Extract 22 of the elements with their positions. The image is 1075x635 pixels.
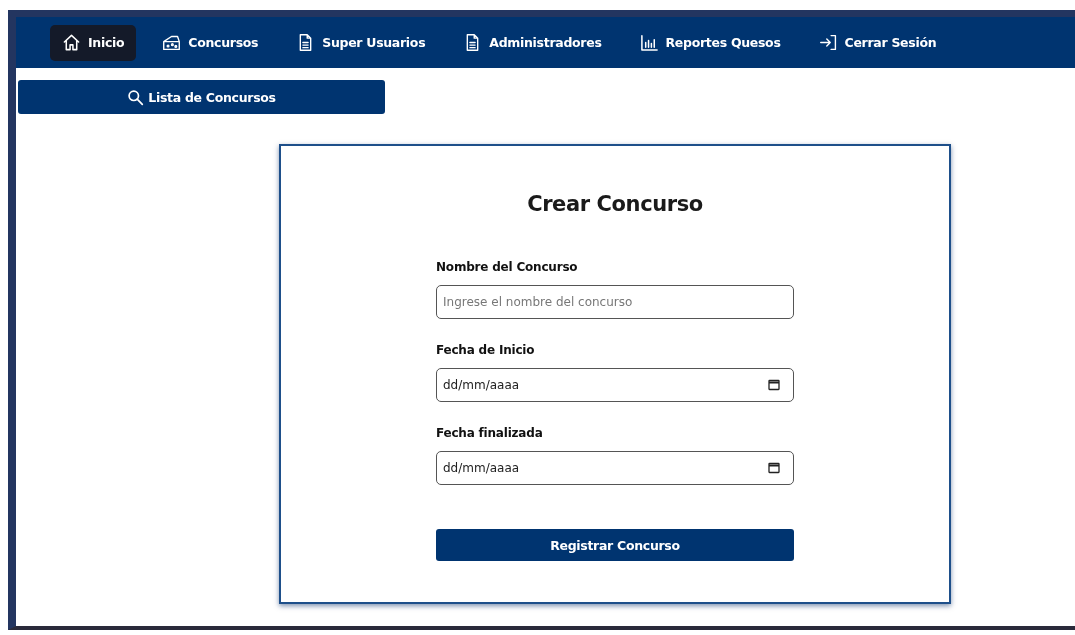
calendar-icon[interactable] — [768, 462, 780, 474]
submit-button[interactable]: Registrar Concurso — [436, 529, 794, 561]
nav-item[interactable]: Super Usuarios — [284, 24, 438, 61]
sign-in-icon — [818, 33, 838, 52]
nav-item[interactable]: Cerrar Sesión — [806, 24, 949, 61]
nav-item[interactable]: Administradores — [451, 24, 614, 61]
date-field[interactable]: dd/mm/aaaa — [436, 368, 794, 402]
bar-chart-icon — [639, 33, 659, 52]
calendar-icon[interactable] — [768, 379, 780, 391]
nav-item[interactable]: Concursos — [150, 24, 271, 61]
form-title: Crear Concurso — [527, 192, 703, 216]
nav-item[interactable]: Reportes Quesos — [627, 24, 793, 61]
field-label: Fecha finalizada — [436, 426, 544, 440]
field-label: Fecha de Inicio — [436, 343, 536, 357]
field-label: Nombre del Concurso — [436, 260, 579, 274]
nav-item[interactable]: Inicio — [50, 24, 137, 61]
cheese-icon — [162, 33, 182, 52]
input-field[interactable]: Ingrese el nombre del concurso — [436, 285, 794, 319]
list-button[interactable]: Lista de Concursos — [18, 80, 385, 114]
search-icon — [127, 88, 145, 106]
date-field[interactable]: dd/mm/aaaa — [436, 451, 794, 485]
house-icon — [62, 33, 81, 52]
